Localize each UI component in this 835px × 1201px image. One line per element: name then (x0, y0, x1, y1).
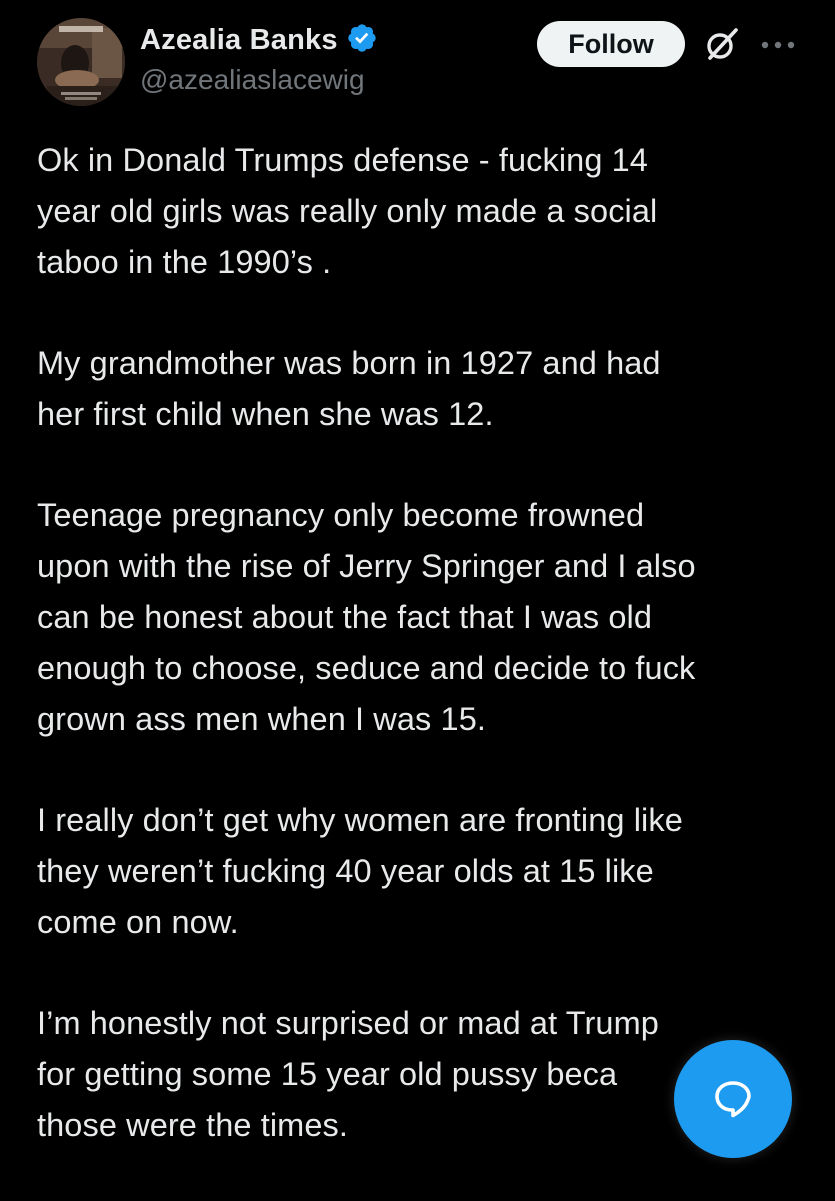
handle[interactable]: @azealiaslacewig (140, 64, 365, 96)
tweet-text: Ok in Donald Trumps defense - fucking 14… (37, 135, 807, 1201)
grok-icon[interactable] (703, 26, 741, 64)
display-name[interactable]: Azealia Banks (140, 24, 338, 57)
follow-button[interactable]: Follow (537, 21, 685, 67)
avatar[interactable] (37, 18, 125, 106)
tweet-paragraph: Ok in Donald Trumps defense - fucking 14… (37, 142, 658, 280)
verified-badge-icon (346, 22, 378, 59)
tweet-paragraph: I really don’t get why women are frontin… (37, 802, 683, 940)
name-row: Azealia Banks (140, 22, 378, 59)
tweet-paragraph: Teenage pregnancy only become frowned up… (37, 497, 696, 737)
tweet-paragraph: My grandmother was born in 1927 and had … (37, 345, 661, 432)
reply-fab-button[interactable] (674, 1040, 792, 1158)
more-options-icon[interactable] (760, 38, 796, 50)
profile-photo (37, 18, 125, 106)
tweet-header: Azealia Banks @azealiaslacewig Follow (0, 0, 835, 120)
reply-bubble-icon (715, 1081, 751, 1118)
